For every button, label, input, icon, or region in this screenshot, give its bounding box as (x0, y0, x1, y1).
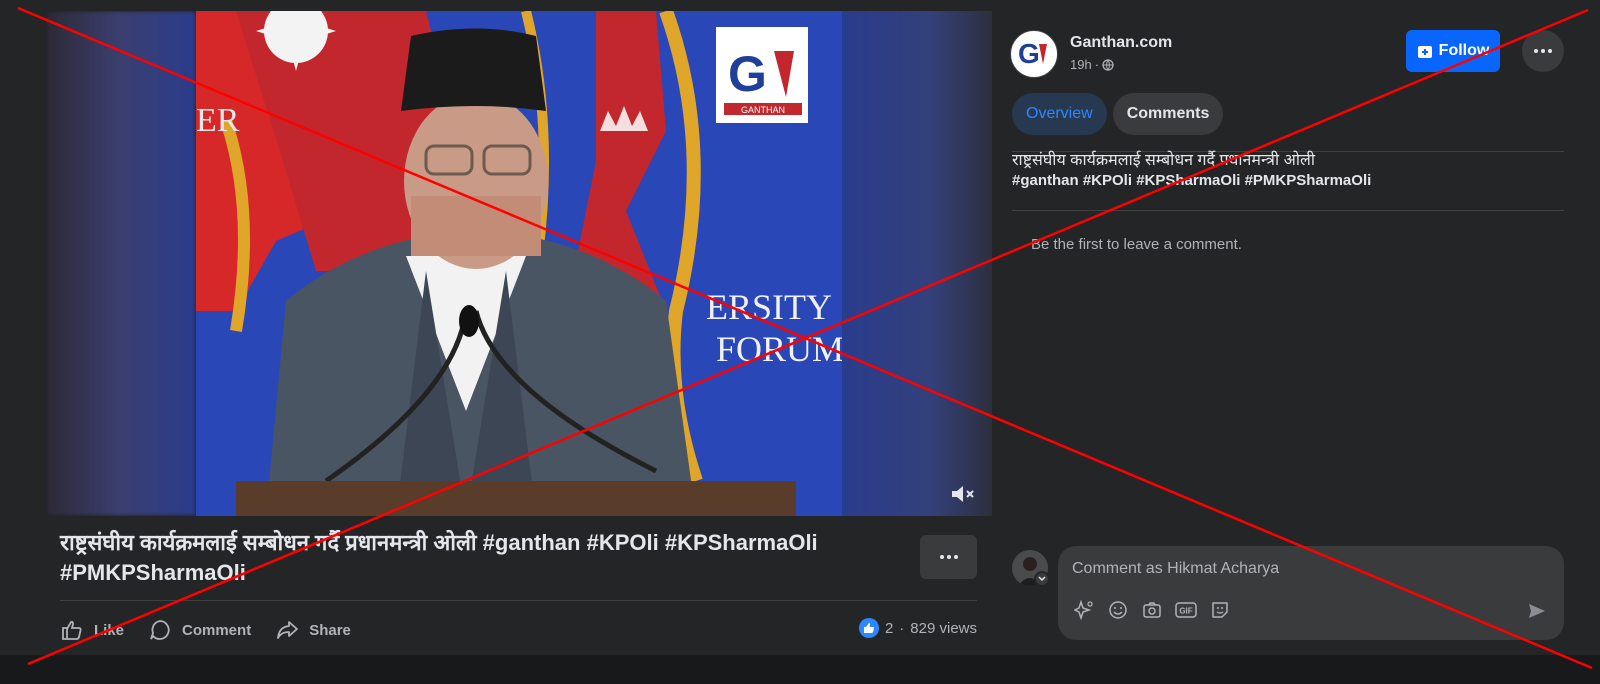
comment-button[interactable]: Comment (148, 618, 251, 642)
description-text: राष्ट्रसंघीय कार्यक्रमलाई सम्बोधन गर्दै … (1012, 152, 1315, 169)
follow-plus-icon (1417, 46, 1432, 58)
page-more-button[interactable] (1522, 30, 1564, 72)
mute-button[interactable] (946, 479, 980, 509)
video-still: ER ERSITY FORUM G GANTHAN (196, 11, 842, 516)
video-blur-right (842, 11, 992, 516)
comment-label: Comment (182, 621, 252, 639)
tab-comments[interactable]: Comments (1112, 93, 1224, 135)
backdrop-text-top: ER (196, 102, 240, 139)
page-name[interactable]: Ganthan.com (1070, 34, 1172, 52)
share-arrow-icon (277, 621, 299, 639)
follow-label: Follow (1438, 42, 1490, 59)
tab-overview[interactable]: Overview (1012, 93, 1107, 135)
post-caption: राष्ट्रसंघीय कार्यक्रमलाई सम्बोधन गर्दै … (60, 530, 818, 585)
video-logo-text: GANTHAN (741, 105, 785, 115)
emoji-button[interactable] (1106, 598, 1130, 622)
description-divider (1012, 210, 1564, 211)
video-frame[interactable]: ER ERSITY FORUM G GANTHAN (196, 11, 842, 516)
emoji-icon (1109, 601, 1127, 619)
share-label: Share (309, 621, 351, 639)
comment-tools: GIF (1072, 598, 1232, 622)
comment-bubble-icon (150, 620, 170, 640)
comment-input[interactable] (1072, 554, 1542, 584)
chevron-down-icon (1038, 576, 1046, 582)
like-label: Like (94, 621, 125, 639)
globe-icon (1102, 58, 1114, 71)
svg-text:G: G (1018, 38, 1040, 69)
follow-button[interactable]: Follow (1406, 30, 1500, 72)
profile-switch-chevron[interactable] (1034, 571, 1050, 587)
like-reaction-icon (858, 618, 879, 638)
backdrop-text-mid: ERSITY (706, 287, 832, 327)
view-count: 829 views (910, 619, 977, 637)
gif-icon: GIF (1175, 602, 1197, 618)
post-stats: 2 · 829 views (858, 618, 977, 638)
sticker-icon (1212, 602, 1228, 618)
panel-tabs: Overview Comments (1012, 93, 1224, 135)
more-horizontal-icon (1534, 49, 1552, 53)
photo-button[interactable] (1140, 598, 1164, 622)
video-player[interactable]: ER ERSITY FORUM G GANTHAN (46, 11, 992, 516)
backdrop-text-low: FORUM (716, 329, 842, 369)
send-icon (1529, 604, 1545, 618)
sparkle-person-icon (1074, 600, 1093, 620)
send-comment-button[interactable] (1524, 598, 1550, 624)
post-time[interactable]: 19h (1070, 57, 1092, 72)
sticker-button[interactable] (1208, 598, 1232, 622)
post-more-button[interactable] (920, 535, 977, 579)
gif-button[interactable]: GIF (1174, 598, 1198, 622)
ganthan-logo-icon: G (1018, 38, 1047, 69)
empty-comments-message: Be the first to leave a comment. (1031, 236, 1242, 253)
post-meta: 19h · (1070, 57, 1114, 72)
meta-separator: · (1094, 57, 1100, 72)
avatar-sticker-button[interactable] (1072, 598, 1096, 622)
speaker-muted-icon (952, 486, 974, 502)
like-button[interactable]: Like (60, 618, 124, 642)
camera-icon (1143, 602, 1161, 618)
share-button[interactable]: Share (275, 618, 351, 642)
caption-divider (60, 600, 977, 601)
gif-label: GIF (1179, 607, 1192, 616)
post-viewer: ER ERSITY FORUM G GANTHAN राष्ट्रसंघीय क… (0, 0, 1600, 655)
page-avatar[interactable]: G (1010, 30, 1058, 78)
page-background-strip (0, 655, 1600, 684)
comment-composer: GIF (1058, 546, 1564, 640)
video-blur-left (46, 11, 196, 516)
post-actions: Like Comment Share (60, 614, 351, 646)
stats-separator: · (899, 619, 905, 637)
description-hashtags[interactable]: #ganthan #KPOli #KPSharmaOli #PMKPSharma… (1012, 172, 1371, 189)
reaction-count[interactable]: 2 (885, 620, 893, 637)
more-horizontal-icon (939, 555, 958, 559)
thumbs-up-icon (62, 620, 82, 640)
svg-text:G: G (728, 46, 767, 102)
